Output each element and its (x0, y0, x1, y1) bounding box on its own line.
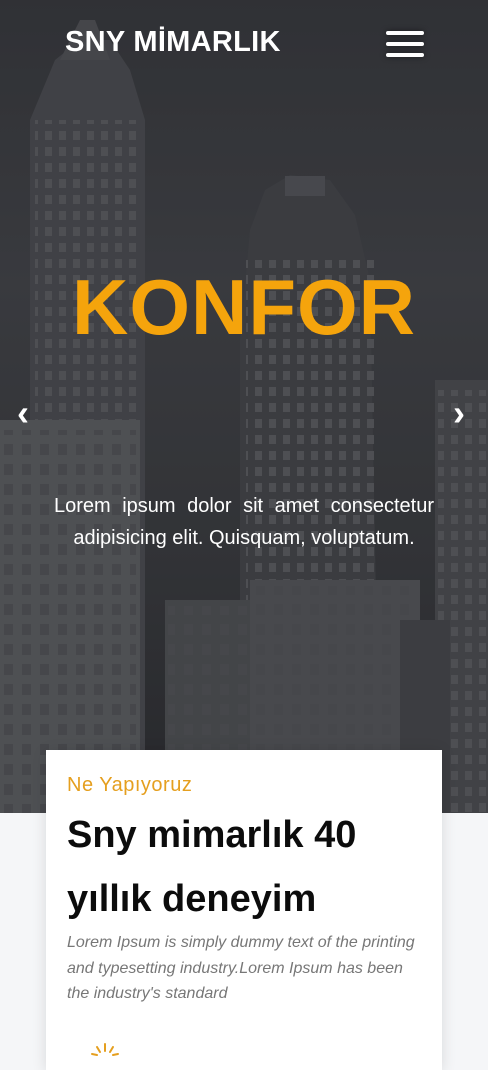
menu-bar-bottom (386, 53, 424, 57)
slide-title: KONFOR (72, 263, 416, 351)
section-headline: Sny mimarlık 40 yıllık deneyim (67, 814, 357, 920)
slide-description: Lorem ipsum dolor sit amet consectetur a… (54, 495, 434, 549)
chevron-right-icon[interactable]: › (453, 393, 465, 433)
hero-slider: SNY MİMARLIK KONFOR ‹ › Lorem ipsum dolo… (0, 0, 488, 813)
hero-overlay (0, 0, 488, 813)
menu-bar-top (386, 31, 424, 35)
about-card: Ne Yapıyoruz Sny mimarlık 40 yıllık dene… (46, 750, 442, 1070)
section-eyebrow: Ne Yapıyoruz (67, 774, 193, 796)
hamburger-menu-icon[interactable] (383, 27, 427, 61)
site-logo[interactable]: SNY MİMARLIK (65, 26, 281, 59)
menu-bar-middle (386, 42, 424, 46)
section-description: Lorem Ipsum is simply dummy text of the … (67, 934, 415, 1002)
chevron-left-icon[interactable]: ‹ (17, 393, 29, 433)
